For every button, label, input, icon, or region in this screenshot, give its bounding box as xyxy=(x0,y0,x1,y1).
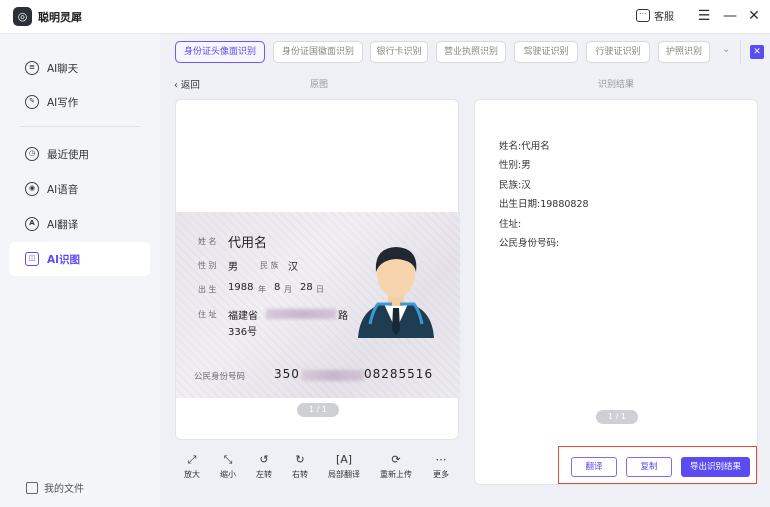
id-sex-value: 男 xyxy=(228,262,238,273)
recognition-tabs: 身份证头像面识别 身份证国徽面识别 银行卡识别 营业执照识别 驾驶证识别 行驶证… xyxy=(160,34,770,70)
sidebar-item-ai-voice[interactable]: ◉ AI语音 xyxy=(9,172,150,206)
id-number-label: 公民身份号码 xyxy=(194,372,246,382)
result-heading: 识别结果 xyxy=(598,80,635,90)
left-page-indicator: 1 / 1 xyxy=(297,403,339,417)
rotate-left-icon: ↺ xyxy=(259,453,269,466)
tab-driver-license[interactable]: 驾驶证识别 xyxy=(514,41,578,63)
id-sex-label: 性 别 xyxy=(198,261,217,270)
sidebar-item-label: AI翻译 xyxy=(47,218,79,231)
id-number-redaction xyxy=(302,370,364,381)
result-line-ethnic: 民族:汉 xyxy=(499,180,531,191)
id-ethnic-value: 汉 xyxy=(288,262,298,273)
customer-service-label: 客服 xyxy=(654,12,674,23)
zoom-out-button[interactable]: ⤡ 缩小 xyxy=(210,452,246,480)
app-title: 聪明灵犀 xyxy=(38,11,82,24)
original-image-heading: 原图 xyxy=(310,80,329,90)
result-line-sex: 性别:男 xyxy=(499,160,531,171)
close-panel-icon[interactable]: ✕ xyxy=(750,45,764,59)
menu-icon[interactable]: ☰ xyxy=(696,7,712,25)
original-image-panel: 姓 名 代用名 性 别 男 民 族 汉 出 生 1988 年 8 月 28 日 … xyxy=(175,99,460,440)
sidebar-item-label: AI识图 xyxy=(47,253,81,266)
tabs-divider xyxy=(740,40,741,64)
sidebar-item-ai-chat[interactable]: ≡ AI聊天 xyxy=(9,51,150,85)
my-files-label: 我的文件 xyxy=(44,484,84,495)
sidebar-item-label: AI语音 xyxy=(47,183,79,196)
id-address-line2: 336号 xyxy=(228,327,258,338)
result-line-birth: 出生日期:19880828 xyxy=(499,199,589,210)
rotate-right-icon: ↻ xyxy=(295,453,305,466)
id-birth-year: 1988 xyxy=(228,282,254,293)
id-number-prefix: 350 xyxy=(274,367,300,381)
id-address-line1: 福建省 xyxy=(228,311,258,322)
sidebar-item-ai-writing[interactable]: ✎ AI写作 xyxy=(9,85,150,119)
export-result-button[interactable]: 导出识别结果 xyxy=(681,457,750,477)
translate-icon: A xyxy=(25,217,39,231)
back-button[interactable]: ‹ 返回 xyxy=(174,77,200,91)
copy-button[interactable]: 复制 xyxy=(626,457,672,477)
close-icon[interactable]: ✕ xyxy=(746,7,762,25)
rotate-right-button[interactable]: ↻ 右转 xyxy=(282,452,318,480)
my-files-link[interactable]: 我的文件 xyxy=(26,480,84,495)
translate-button[interactable]: 翻译 xyxy=(571,457,617,477)
rotate-left-button[interactable]: ↺ 左转 xyxy=(246,452,282,480)
shrink-icon: ⤡ xyxy=(223,453,233,466)
minimize-icon[interactable]: — xyxy=(722,7,738,25)
portrait-avatar-icon xyxy=(358,247,434,338)
id-birth-month: 8 xyxy=(274,282,281,293)
sidebar-item-label: AI聊天 xyxy=(47,62,79,75)
right-page-indicator: 1 / 1 xyxy=(596,410,638,424)
result-actions-highlight: 翻译 复制 导出识别结果 xyxy=(558,446,757,484)
result-line-address: 住址: xyxy=(499,219,522,230)
id-birth-label: 出 生 xyxy=(198,285,217,294)
folder-icon xyxy=(26,481,38,494)
chat-bubble-icon: ··· xyxy=(636,9,650,22)
sidebar-item-ai-image-recognition[interactable]: ◫ AI识图 xyxy=(9,242,150,276)
result-panel[interactable]: 姓名:代用名 性别:男 民族:汉 出生日期:19880828 住址: 公民身份号… xyxy=(474,99,758,485)
main-area: 身份证头像面识别 身份证国徽面识别 银行卡识别 营业执照识别 驾驶证识别 行驶证… xyxy=(160,34,770,507)
sidebar: ≡ AI聊天 ✎ AI写作 ◷ 最近使用 ◉ AI语音 A AI翻译 ◫ AI识… xyxy=(0,34,160,507)
reupload-icon: ⟳ xyxy=(391,453,401,466)
zoom-in-button[interactable]: ⤢ 放大 xyxy=(174,452,210,480)
id-name-value: 代用名 xyxy=(228,236,268,251)
id-number-suffix: 08285516 xyxy=(364,367,434,381)
more-button[interactable]: ⋯ 更多 xyxy=(423,452,459,480)
pen-icon: ✎ xyxy=(25,95,39,109)
customer-service-button[interactable]: ··· 客服 xyxy=(636,8,674,23)
id-name-label: 姓 名 xyxy=(198,237,217,246)
result-line-name: 姓名:代用名 xyxy=(499,141,550,152)
chevron-down-icon[interactable]: ⌄ xyxy=(722,44,730,55)
tab-business-license[interactable]: 营业执照识别 xyxy=(436,41,506,63)
sidebar-item-label: 最近使用 xyxy=(47,148,89,161)
reupload-button[interactable]: ⟳ 重新上传 xyxy=(376,452,416,480)
id-address-redaction xyxy=(266,309,336,319)
partial-translate-button[interactable]: [A] 局部翻译 xyxy=(324,452,364,480)
id-address-label: 住 址 xyxy=(198,310,217,319)
clock-icon: ◷ xyxy=(25,147,39,161)
id-year-unit: 年 xyxy=(258,285,266,294)
tab-id-back[interactable]: 身份证国徽面识别 xyxy=(273,41,363,63)
id-card-image: 姓 名 代用名 性 别 男 民 族 汉 出 生 1988 年 8 月 28 日 … xyxy=(176,212,460,398)
chat-icon: ≡ xyxy=(25,61,39,75)
id-month-unit: 月 xyxy=(284,285,292,294)
id-ethnic-label: 民 族 xyxy=(260,261,279,270)
voice-icon: ◉ xyxy=(25,182,39,196)
sidebar-divider xyxy=(20,126,140,127)
partial-translate-icon: [A] xyxy=(335,453,353,466)
result-line-id-number: 公民身份号码: xyxy=(499,238,560,249)
title-bar: ◎ 聪明灵犀 ··· 客服 ☰ — ✕ xyxy=(0,0,770,34)
more-icon: ⋯ xyxy=(435,453,447,466)
app-logo-icon: ◎ xyxy=(13,7,32,26)
scan-icon: ◫ xyxy=(25,252,39,266)
sidebar-item-ai-translate[interactable]: A AI翻译 xyxy=(9,207,150,241)
sidebar-item-recent[interactable]: ◷ 最近使用 xyxy=(9,137,150,171)
tab-id-front[interactable]: 身份证头像面识别 xyxy=(175,41,265,63)
id-birth-day: 28 xyxy=(300,282,313,293)
id-address-road: 路 xyxy=(338,311,348,322)
sidebar-item-label: AI写作 xyxy=(47,96,79,109)
id-day-unit: 日 xyxy=(316,285,324,294)
tab-bank-card[interactable]: 银行卡识别 xyxy=(370,41,428,63)
tab-passport[interactable]: 护照识别 xyxy=(658,41,710,63)
expand-icon: ⤢ xyxy=(187,453,197,466)
tab-vehicle-license[interactable]: 行驶证识别 xyxy=(586,41,650,63)
